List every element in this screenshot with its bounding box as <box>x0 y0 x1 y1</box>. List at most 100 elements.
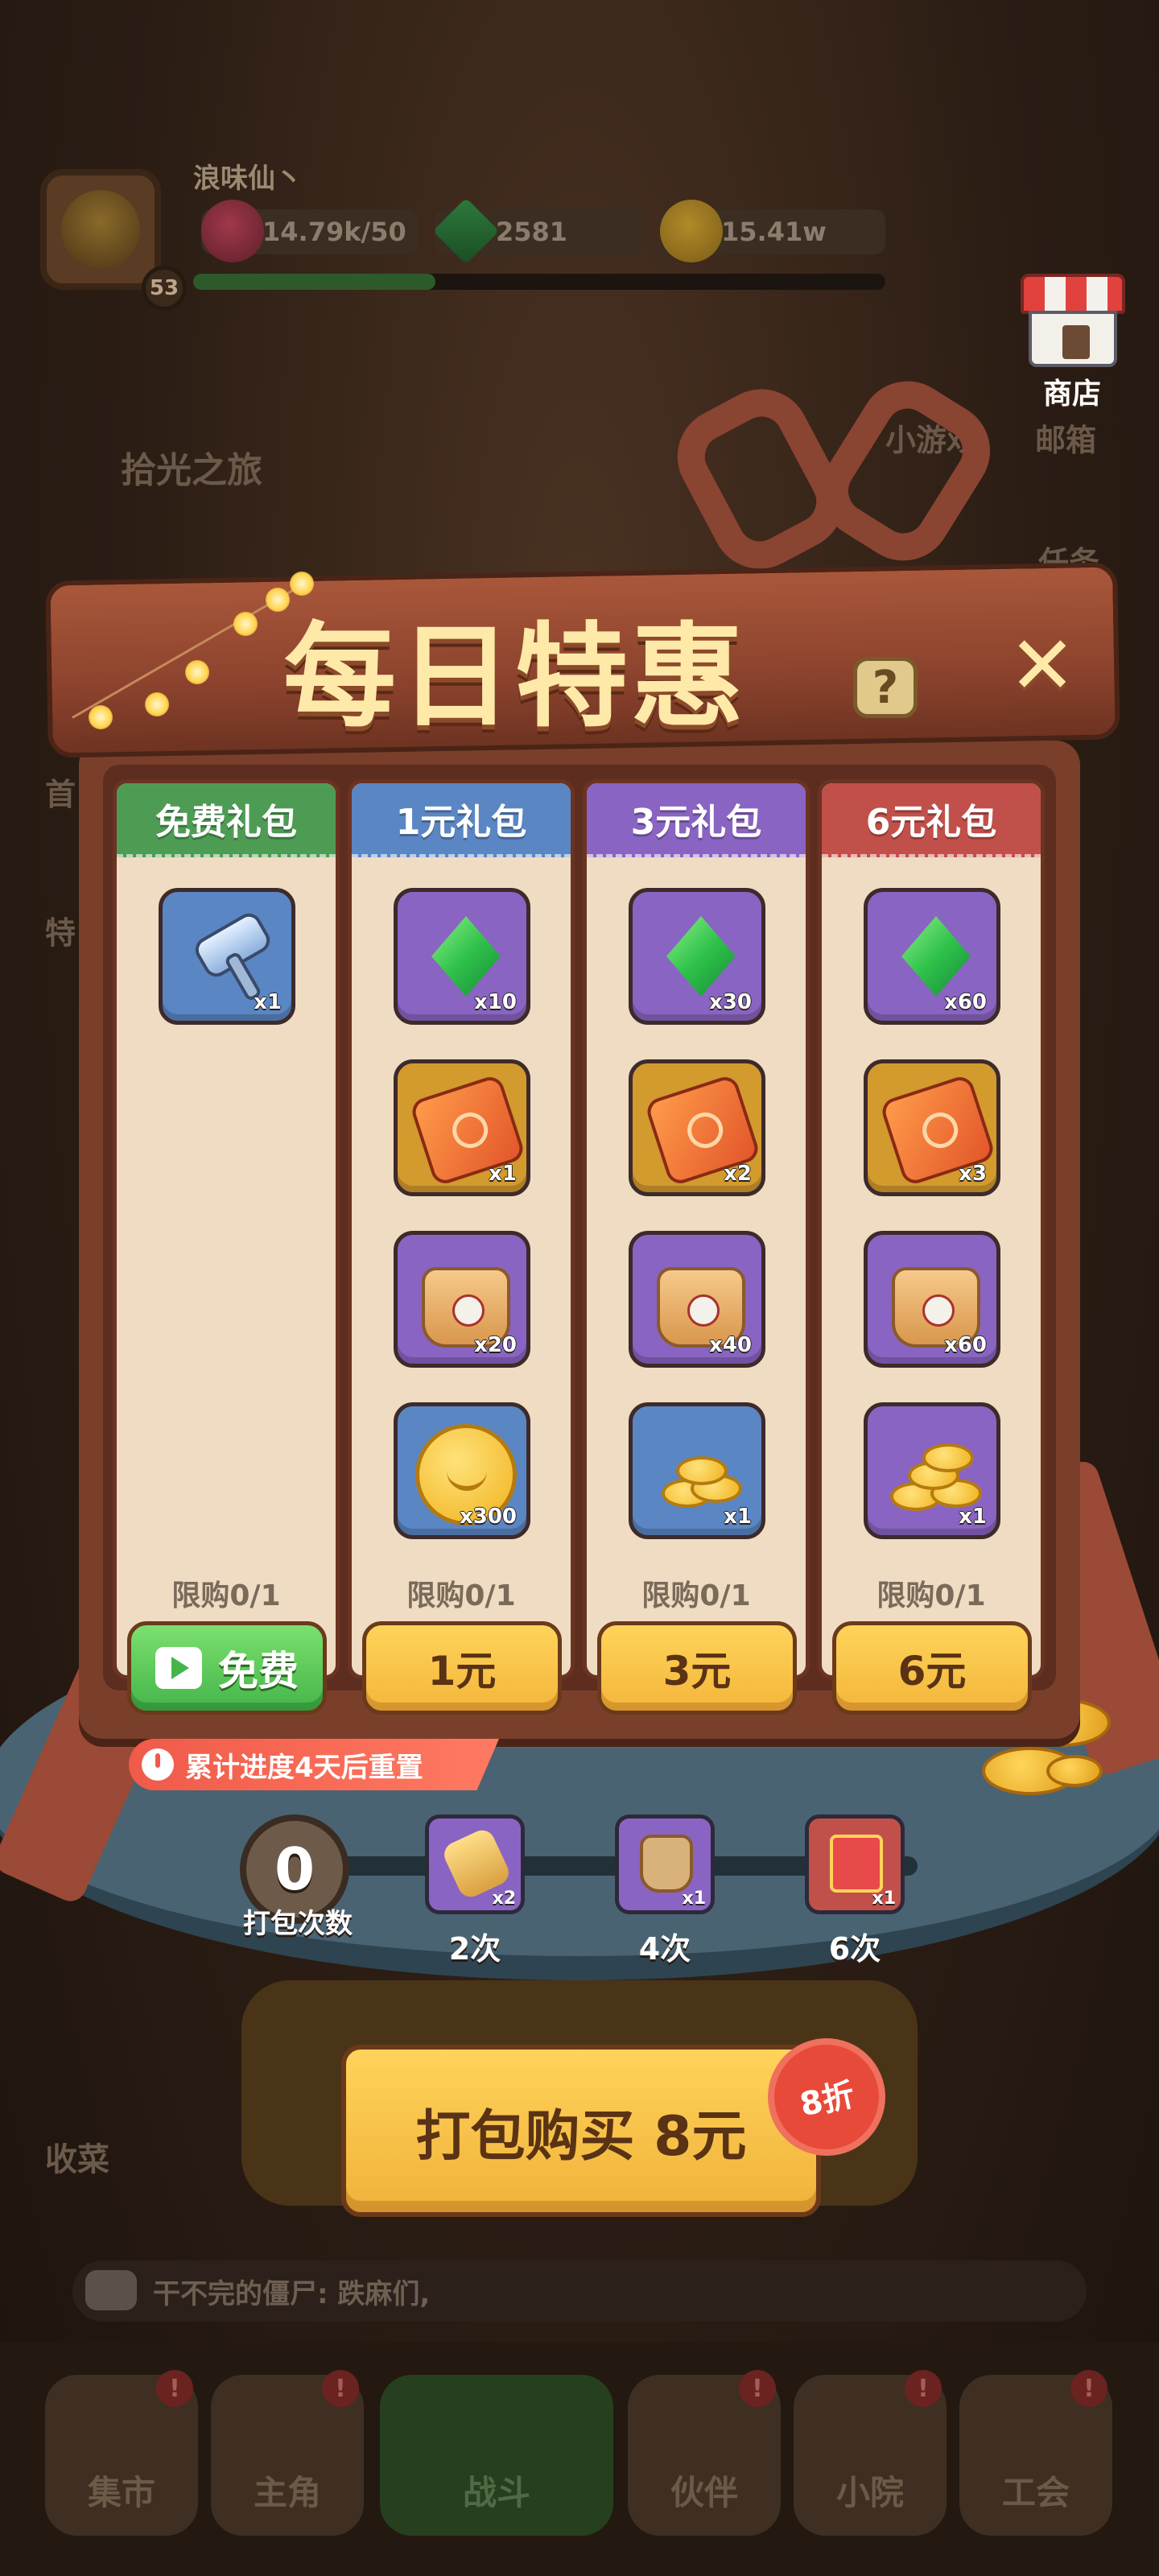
nav-hero-label: 主角 <box>253 2473 321 2512</box>
help-button[interactable]: ? <box>853 657 918 718</box>
item-gem[interactable]: x30 <box>629 888 765 1025</box>
package-1-yuan: 1元礼包 x10 x1 x20 x300 限购0/1 <box>348 779 575 1679</box>
nav-market[interactable]: 集市! <box>45 2370 198 2536</box>
free-claim-button[interactable]: 免费 <box>127 1621 327 1715</box>
milestone-reward-2[interactable]: x1 <box>615 1814 715 1914</box>
purchase-limit: 限购0/1 <box>876 1579 986 1612</box>
buy-1-yuan-button[interactable]: 1元 <box>362 1621 562 1715</box>
package-header: 免费礼包 <box>117 783 336 857</box>
nav-partner-label: 伙伴 <box>670 2473 738 2512</box>
meat-value: 14.79k/50 <box>262 217 406 247</box>
nav-guild-label: 工会 <box>1001 2473 1070 2512</box>
item-coin[interactable]: x300 <box>394 1402 530 1539</box>
item-food-bag[interactable]: x20 <box>394 1231 530 1368</box>
player-hud: 53 浪味仙丶 14.79k/50 2581 15.41w <box>0 145 1159 322</box>
hammer-icon <box>188 908 277 1002</box>
nav-badge: ! <box>739 2370 776 2407</box>
nav-badge: ! <box>322 2370 359 2407</box>
gem-icon <box>666 916 736 997</box>
shop-icon[interactable] <box>1021 274 1125 370</box>
item-qty: x3 <box>959 1162 987 1186</box>
milestone-qty: x2 <box>492 1889 517 1909</box>
item-qty: x30 <box>709 990 752 1014</box>
nav-battle[interactable]: 战斗 <box>380 2375 613 2536</box>
item-coin-pile[interactable]: x1 <box>864 1402 1000 1539</box>
milestone-label: 2次 <box>448 1931 501 1967</box>
package-header: 1元礼包 <box>352 783 571 857</box>
gem-icon <box>431 916 501 997</box>
first-recharge-label[interactable]: 首 <box>45 770 76 814</box>
item-scroll[interactable]: x3 <box>864 1059 1000 1196</box>
item-food-bag[interactable]: x60 <box>864 1231 1000 1368</box>
gem-counter[interactable]: 2581 <box>432 197 644 265</box>
buy-6-yuan-button[interactable]: 6元 <box>832 1621 1032 1715</box>
xp-bar <box>193 274 885 290</box>
purchase-limit: 限购0/1 <box>406 1579 516 1612</box>
scroll-seal <box>448 1108 493 1153</box>
item-qty: x1 <box>724 1505 752 1529</box>
nav-market-label: 集市 <box>87 2473 155 2512</box>
item-food-bag[interactable]: x40 <box>629 1231 765 1368</box>
reset-notice-text: 累计进度4天后重置 <box>185 1751 423 1784</box>
item-gem[interactable]: x60 <box>864 888 1000 1025</box>
level-badge: 53 <box>142 266 187 311</box>
coin-smile <box>447 1459 487 1491</box>
item-gem[interactable]: x10 <box>394 888 530 1025</box>
item-qty: x300 <box>459 1505 517 1529</box>
purchase-limit: 限购0/1 <box>171 1579 281 1612</box>
item-qty: x1 <box>489 1162 517 1186</box>
clock-icon <box>142 1748 174 1781</box>
coin-icon <box>660 200 723 262</box>
free-button-label: 免费 <box>218 1648 299 1695</box>
gem-icon <box>432 197 500 265</box>
avatar[interactable] <box>40 169 161 290</box>
bundle-buy-button[interactable]: 打包购买 8元 <box>341 2045 821 2217</box>
milestone-qty: x1 <box>682 1889 707 1909</box>
nav-partner[interactable]: 伙伴! <box>628 2370 781 2536</box>
item-qty: x1 <box>254 990 282 1014</box>
shop-label[interactable]: 商店 <box>1043 370 1101 412</box>
milestone-reward-1[interactable]: x2 <box>425 1814 525 1914</box>
item-qty: x60 <box>944 990 987 1014</box>
coin-counter[interactable]: 15.41w <box>660 200 885 262</box>
event-banner[interactable]: 拾光之旅 <box>121 441 262 493</box>
milestone-label: 6次 <box>828 1931 881 1967</box>
coin-disc <box>922 1443 974 1472</box>
package-free: 免费礼包 x1 限购0/1 <box>113 779 340 1679</box>
item-qty: x60 <box>944 1333 987 1357</box>
nav-badge: ! <box>156 2370 193 2407</box>
reset-notice: 累计进度4天后重置 <box>129 1739 499 1790</box>
close-button[interactable]: ✕ <box>1006 625 1079 706</box>
meat-icon <box>201 200 264 262</box>
item-hammer[interactable]: x1 <box>159 888 295 1025</box>
scroll-seal <box>918 1108 963 1153</box>
milestone-reward-3[interactable]: x1 <box>805 1814 905 1914</box>
gem-value: 2581 <box>496 217 568 247</box>
item-scroll[interactable]: x2 <box>629 1059 765 1196</box>
nav-hero[interactable]: 主角! <box>211 2370 364 2536</box>
shop-door <box>1062 325 1090 359</box>
mailbox-label[interactable]: 邮箱 <box>1035 415 1096 460</box>
bag-mark <box>687 1294 720 1327</box>
item-coin-pile[interactable]: x1 <box>629 1402 765 1539</box>
package-header: 3元礼包 <box>587 783 806 857</box>
milestone-label: 4次 <box>638 1931 691 1967</box>
coin-value: 15.41w <box>721 217 827 247</box>
chat-bar[interactable]: 干不完的僵尸: 跌麻们, <box>72 2260 1087 2322</box>
chat-bubble-icon <box>85 2270 137 2310</box>
scroll-seal <box>683 1108 728 1153</box>
nav-guild[interactable]: 工会! <box>959 2370 1112 2536</box>
item-qty: x2 <box>724 1162 752 1186</box>
buy-3-yuan-button[interactable]: 3元 <box>597 1621 797 1715</box>
nav-courtyard[interactable]: 小院! <box>794 2370 947 2536</box>
bundle-count-label: 打包次数 <box>243 1908 353 1940</box>
mystery-bag-icon <box>640 1835 693 1893</box>
harvest-label[interactable]: 收菜 <box>45 2133 109 2180</box>
gem-icon <box>901 916 971 997</box>
avatar-face <box>61 190 140 269</box>
bottom-nav: 集市! 主角! 战斗 伙伴! 小院! 工会! <box>0 2343 1159 2576</box>
item-scroll[interactable]: x1 <box>394 1059 530 1196</box>
package-header: 6元礼包 <box>822 783 1041 857</box>
special-label[interactable]: 特 <box>45 908 76 952</box>
meat-counter[interactable]: 14.79k/50 <box>201 200 419 262</box>
